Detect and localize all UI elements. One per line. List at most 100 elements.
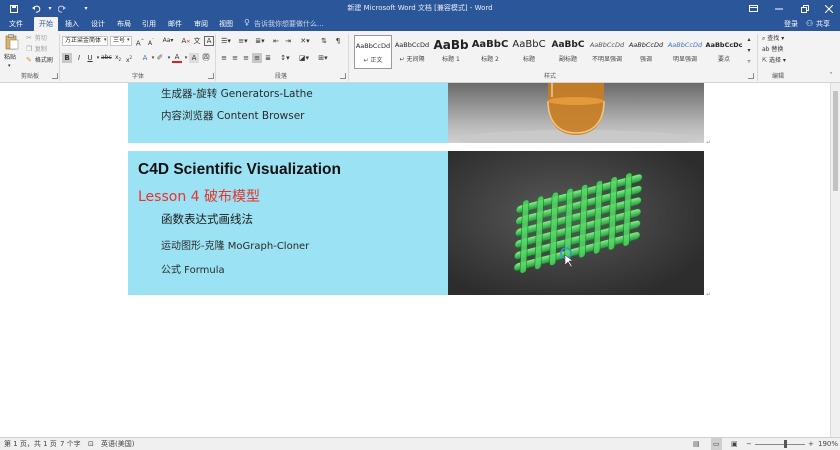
copy-button[interactable]: ❐ 复制 [26,45,47,54]
language-indicator[interactable]: 英语(美国) [101,438,134,450]
italic-icon[interactable]: I [74,53,84,63]
tab-review[interactable]: 审阅 [189,17,213,31]
style-name: 要点 [717,56,730,63]
slide1-text-panel: 生成器-旋转 Generators-Lathe 内容浏览器 Content Br… [128,83,448,143]
page-count[interactable]: 第 1 页，共 1 页 [4,438,57,450]
restore-icon[interactable] [794,0,816,17]
clipboard-launcher-icon[interactable] [52,73,58,79]
style-title[interactable]: AaBbC 标题 [510,35,548,69]
paste-button[interactable]: 粘贴 [4,53,16,62]
word-count[interactable]: 7 个字 [60,438,81,450]
phonetic-guide-icon[interactable]: 文 [192,36,202,46]
grow-font-icon[interactable]: A^ [135,36,145,47]
document-page[interactable]: 生成器-旋转 Generators-Lathe 内容浏览器 Content Br… [0,83,830,437]
align-right-icon[interactable]: ≡ [241,53,251,63]
paragraph-group-label: 段落 [274,73,287,80]
styles-scroll-down-icon[interactable]: ▾ [744,46,754,56]
zoom-in-icon[interactable]: + [808,438,814,450]
print-layout-icon[interactable]: ▭ [711,438,722,450]
format-painter-button[interactable]: ✎ 格式刷 [26,56,53,65]
proofing-icon[interactable]: ⊡ [88,438,94,450]
tab-references[interactable]: 引用 [137,17,161,31]
style-name: 明显强调 [672,56,697,63]
tab-layout[interactable]: 布局 [112,17,136,31]
zoom-slider[interactable] [755,438,805,450]
distributed-icon[interactable]: ≣ [263,53,273,63]
style-subtitle[interactable]: AaBbC 副标题 [549,35,587,69]
minimize-icon[interactable] [768,0,790,17]
line-spacing-icon[interactable]: ↕▾ [278,53,292,63]
strikethrough-icon[interactable]: abc [101,53,112,63]
show-marks-icon[interactable]: ¶ [333,36,343,46]
style-no-spacing[interactable]: AaBbCcDd ↵ 无间隔 [393,35,431,69]
style-normal[interactable]: AaBbCcDd ↵ 正文 [354,35,392,69]
style-subtle-emphasis[interactable]: AaBbCcDd 不明显强调 [588,35,626,69]
select-button[interactable]: ⇱ 选择 ▾ [762,56,786,65]
style-heading-2[interactable]: AaBbC 标题 2 [471,35,509,69]
sort-icon[interactable]: ⇅ [317,36,331,46]
style-intense-emphasis[interactable]: AaBbCcDd 明显强调 [666,35,704,69]
increase-indent-icon[interactable]: ⇥ [283,36,293,46]
character-shading-icon[interactable]: A [189,53,199,63]
find-button[interactable]: ⌕ 查找 ▾ [762,34,784,43]
tell-me-search[interactable]: 告诉我你想要做什么... [254,17,324,31]
superscript-icon[interactable]: x2 [124,53,134,64]
style-heading-1[interactable]: AaBb 标题 1 [432,35,470,69]
vertical-scrollbar[interactable] [830,83,840,437]
bullets-icon[interactable]: ☰▾ [219,36,233,46]
tab-design[interactable]: 设计 [86,17,110,31]
font-name-dropdown-icon[interactable]: ▾ [104,36,107,45]
cut-label: 剪切 [34,35,47,42]
paste-dropdown-icon[interactable]: ▾ [8,62,11,71]
bold-icon[interactable]: B [62,53,72,63]
shrink-font-icon[interactable]: Aˇ [146,36,156,47]
collapse-ribbon-icon[interactable]: ˄ [826,71,836,81]
zoom-out-icon[interactable]: − [746,438,752,450]
borders-icon[interactable]: ⊞▾ [316,53,330,63]
styles-more-icon[interactable]: ▿ [744,57,754,67]
align-center-icon[interactable]: ≡ [230,53,240,63]
tab-view[interactable]: 视图 [214,17,238,31]
share-button[interactable]: 共享 [816,17,830,31]
paragraph-launcher-icon[interactable] [340,73,346,79]
style-sample: AaBbCcDd [355,42,391,50]
style-sample: AaBbC [471,39,509,50]
tab-mailings[interactable]: 邮件 [163,17,187,31]
subscript-icon[interactable]: x2 [113,53,123,63]
cut-button[interactable]: ✂ 剪切 [26,34,47,43]
justify-icon[interactable]: ≡ [252,53,262,63]
font-name-select[interactable]: 方正梁金简体 [62,36,108,46]
style-strong[interactable]: AaBbCcDc 要点 [705,35,743,69]
tab-home[interactable]: 开始 [34,17,58,31]
decrease-indent-icon[interactable]: ⇤ [271,36,281,46]
numbering-icon[interactable]: ≡▾ [236,36,250,46]
replace-label: 替换 [771,46,784,53]
shading-icon[interactable]: ◪▾ [297,53,311,63]
slide2-line1: 函数表达式画线法 [161,212,253,226]
change-case-icon[interactable]: Aa▾ [160,36,176,46]
character-border-icon[interactable]: A [204,36,214,46]
web-layout-icon[interactable]: ▣ [731,438,738,450]
font-launcher-icon[interactable] [208,73,214,79]
styles-scroll-up-icon[interactable]: ▴ [744,35,754,45]
scrollbar-thumb[interactable] [833,91,838,191]
chinese-layout-icon[interactable]: ✕▾ [298,36,312,46]
enclose-characters-icon[interactable]: ㊃ [201,53,211,63]
close-icon[interactable] [818,0,840,17]
zoom-level[interactable]: 190% [818,438,838,450]
styles-launcher-icon[interactable] [748,73,754,79]
font-size-dropdown-icon[interactable]: ▾ [127,36,130,45]
ribbon-display-options-icon[interactable] [742,0,764,17]
tab-insert[interactable]: 插入 [60,17,84,31]
align-left-icon[interactable]: ≡ [219,53,229,63]
signin-link[interactable]: 登录 [784,17,798,31]
tab-file[interactable]: 文件 [4,17,28,31]
multilevel-list-icon[interactable]: ≣▾ [253,36,267,46]
style-emphasis[interactable]: AaBbCcDd 强调 [627,35,665,69]
read-mode-icon[interactable]: ▤ [693,438,700,450]
slide1-flask-image [448,83,704,143]
zoom-slider-thumb[interactable] [784,440,787,448]
clear-formatting-icon[interactable]: A✕ [181,36,191,46]
replace-button[interactable]: ab 替换 [762,45,783,54]
style-sample: AaBbCcDc [705,41,743,49]
